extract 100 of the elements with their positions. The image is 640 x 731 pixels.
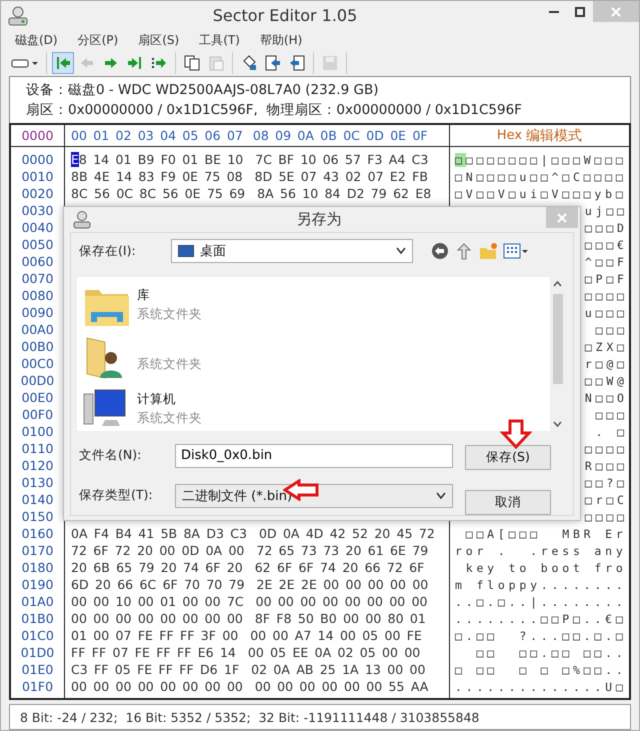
ascii-text: □□□□ — [584, 288, 628, 303]
chevron-down-icon — [436, 492, 446, 500]
ascii-text: u□□□ — [584, 306, 628, 320]
ascii-text: ror . .ress any — [455, 544, 627, 558]
menu-item[interactable]: 帮助(H) — [260, 32, 302, 50]
drive-icon — [11, 57, 39, 70]
row-offset: 0060 — [20, 253, 54, 270]
ascii-text: □□□ — [596, 322, 628, 337]
ascii-text: □P□F — [584, 272, 628, 286]
ascii-text: ........□□P□..€□ — [455, 612, 627, 626]
column-headers: 08 09 0A 0B 0C 0D 0E 0F — [252, 128, 428, 144]
app-icon — [7, 4, 29, 27]
ascii-text: key to boot fro — [464, 560, 627, 575]
ascii-text: □□W@ — [584, 374, 628, 388]
file-type: 系统文件夹 — [137, 410, 202, 427]
field-label: 保存类型(T): — [79, 487, 154, 504]
close-button[interactable] — [546, 207, 578, 228]
row-offset: 01B0 — [20, 610, 55, 628]
row-offset: 0050 — [20, 236, 54, 254]
copy-icon — [184, 55, 200, 72]
hex-bytes: 72 6F 72 20 00 0D 0A 00 — [71, 543, 244, 558]
maximize-icon — [575, 6, 585, 16]
row-offset: 0110 — [20, 440, 54, 458]
menu-item[interactable]: 分区(P) — [78, 32, 118, 50]
column-headers: 00 01 02 03 04 05 06 07 — [71, 128, 243, 144]
hex-bytes: 00 00 00 00 00 00 00 00 — [71, 679, 243, 694]
ascii-text: □□□D — [584, 220, 628, 235]
paste-icon — [208, 55, 224, 72]
menu-item[interactable]: 工具(T) — [199, 32, 240, 50]
hex-bytes: 00 00 00 00 00 00 00 00 — [256, 594, 428, 610]
location-dropdown[interactable]: 桌面 — [171, 239, 413, 263]
row-offset: 01D0 — [20, 644, 56, 662]
hex-bytes: 7C BF 10 06 57 F3 A4 C3 — [255, 152, 428, 168]
field-label: 保存在(I): — [79, 242, 137, 260]
file-name: 库 — [137, 287, 151, 304]
ascii-text: □□ □□.□□ □□.. — [475, 646, 627, 660]
hex-bytes: 00 05 EE 0A 02 05 00 00 — [248, 645, 420, 660]
menu-item[interactable]: 磁盘(D) — [15, 32, 58, 50]
chevron-up-icon — [553, 281, 562, 287]
first-arrow-icon — [55, 55, 71, 72]
file-name: 计算机 — [137, 391, 177, 408]
ascii-text: R□□□ — [584, 458, 628, 473]
file-item[interactable]: 计算机 系统文件夹 — [83, 383, 550, 431]
row-offset: 0000 — [20, 151, 54, 168]
mode-title: 编辑模式 — [526, 126, 582, 145]
ascii-text: r□@□ — [584, 356, 628, 371]
field-label: 文件名(N): — [79, 447, 142, 464]
row-offset: 01E0 — [20, 661, 54, 678]
row-offset: 0020 — [20, 185, 54, 202]
ascii-text: □ □□ □ □ □%□□.. — [455, 662, 627, 677]
row-offset: 01C0 — [20, 627, 55, 644]
hex-bytes: 00 00 10 00 01 00 00 7C — [71, 594, 244, 610]
row-offset: 0180 — [20, 559, 54, 576]
ascii-text: □□□□ — [584, 510, 628, 524]
row-offset: 0100 — [20, 423, 54, 440]
save-button[interactable]: 保存(S) — [465, 445, 551, 470]
ascii-text: □□□€ — [584, 238, 628, 252]
chevron-down-icon — [553, 421, 562, 427]
row-offset: 0030 — [20, 202, 54, 220]
last-arrow-icon — [127, 55, 143, 72]
row-offset: 0130 — [20, 474, 54, 492]
ascii-text: □N□□□□u□□^□C□□□□ — [455, 170, 627, 184]
hex-bytes: 20 6B 65 79 20 74 6F 20 — [71, 560, 243, 576]
ascii-text: m floppy........ — [455, 578, 627, 592]
hex-bytes: 01 00 07 FE FF FF 3F 00 — [71, 628, 238, 644]
ascii-text: □□□ — [596, 408, 628, 422]
new-folder-icon — [479, 242, 497, 260]
header-offset: 0000 — [22, 127, 54, 144]
hex-bytes: 2E 2E 2E 00 00 00 00 00 — [256, 577, 428, 592]
up-folder-icon — [455, 242, 473, 260]
ascii-text: uj□□ — [584, 204, 628, 218]
row-offset: 0170 — [20, 542, 54, 560]
row-offset: 00D0 — [20, 372, 56, 390]
row-offset: 0120 — [20, 457, 54, 474]
hex-bytes: 8C 56 0C 8C 56 0E 75 69 — [71, 186, 246, 202]
back-icon — [431, 242, 449, 260]
window-title: Sector Editor 1.05 — [212, 6, 358, 26]
ascii-text: ^□□F — [584, 254, 628, 269]
file-item[interactable]: 系统文件夹 — [83, 331, 550, 383]
menu-item[interactable]: 扇区(S) — [138, 32, 180, 50]
view-menu-icon — [503, 242, 529, 260]
ascii-text: . □ — [596, 424, 628, 439]
hex-bytes: 6D 20 66 6C 6F 70 70 79 — [71, 577, 245, 592]
file-item[interactable]: 库 系统文件夹 — [83, 279, 550, 331]
save-icon — [322, 55, 338, 72]
ascii-text: □V□□V□ui□V□□□yb□ — [455, 186, 627, 201]
file-type: 系统文件夹 — [137, 306, 202, 323]
ascii-text: □□?□ — [584, 476, 628, 490]
row-offset: 00C0 — [20, 355, 55, 372]
dialog-title: 另存为 — [296, 210, 342, 229]
row-offset: 00F0 — [20, 406, 54, 424]
document-arrow-icon — [265, 55, 281, 72]
status-text: 8 Bit: -24 / 232; 16 Bit: 5352 / 5352; 32 Bit: -1191111448 / 3103855848 — [20, 710, 480, 725]
cancel-button[interactable]: 取消 — [465, 490, 551, 515]
hex-bytes: C3 FF 05 FE FF FF D6 1F — [71, 662, 240, 678]
hex-bytes: 0A F4 B4 41 5B 8A D3 C3 — [71, 526, 247, 542]
ascii-text: □ZX□ — [584, 340, 628, 354]
hex-bytes: E8 14 01 B9 F0 01 BE 10 — [71, 152, 244, 168]
filename-field[interactable]: Disk0_0x0.bin — [175, 444, 453, 468]
app-icon — [72, 210, 92, 230]
